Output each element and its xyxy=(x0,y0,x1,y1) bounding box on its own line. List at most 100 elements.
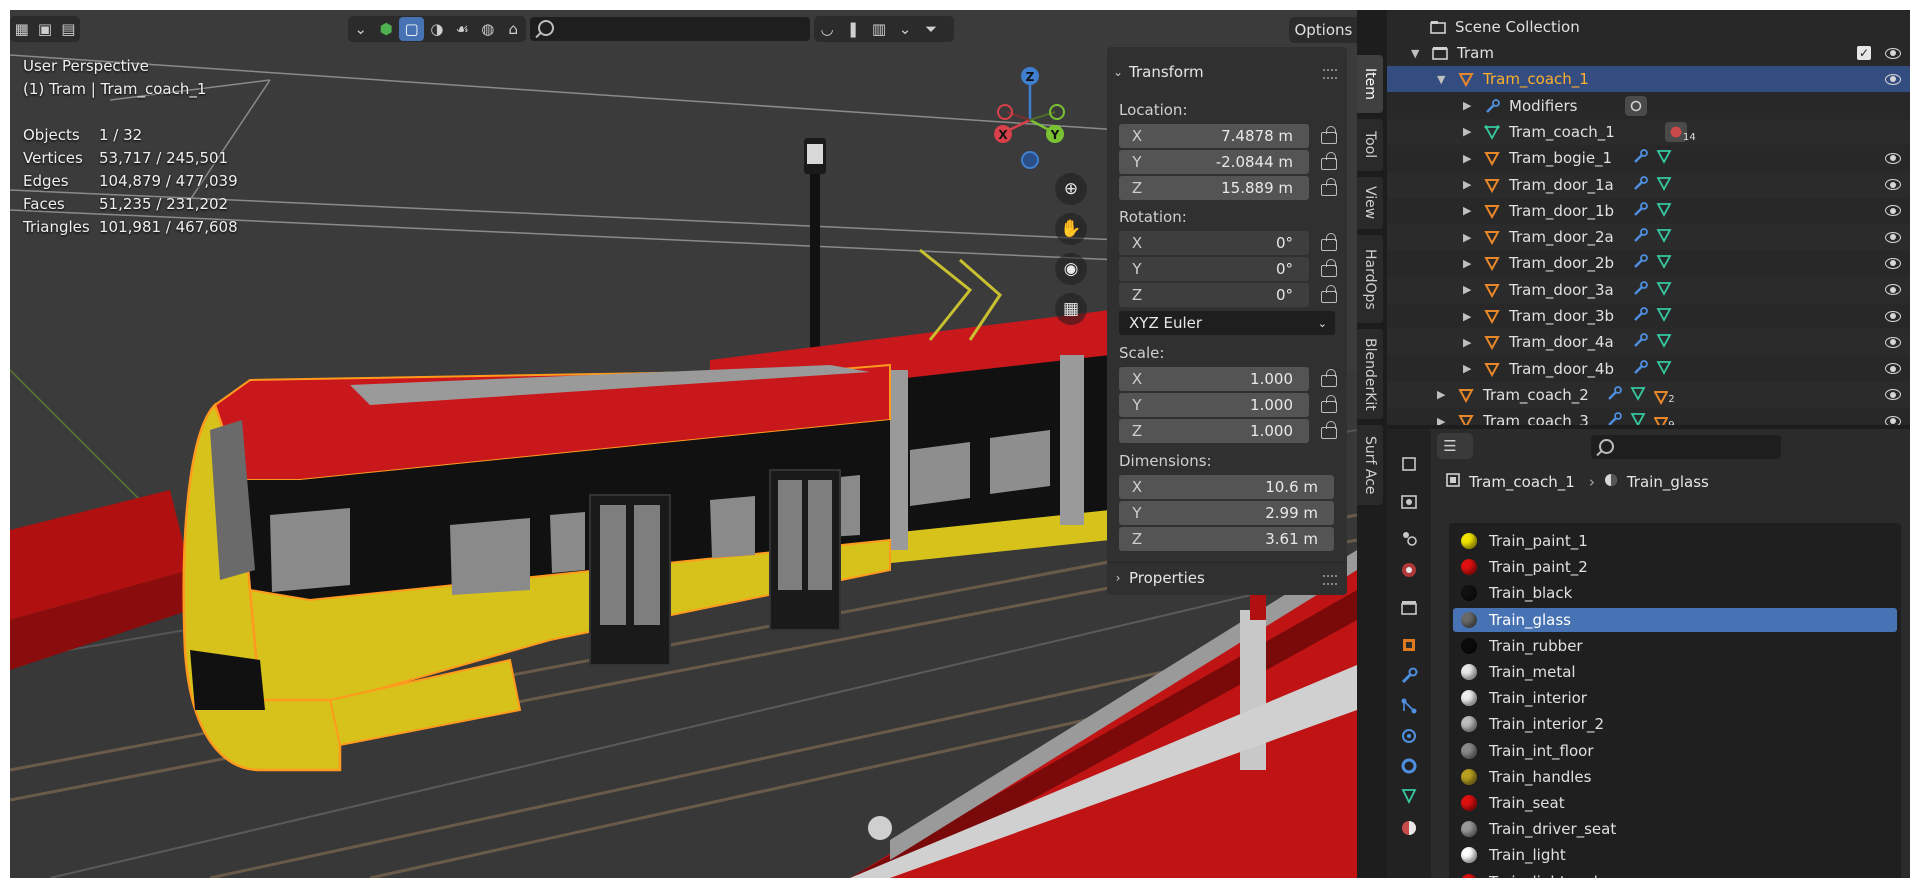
scale-x-field[interactable]: X 1.000 xyxy=(1119,367,1309,391)
eye-icon[interactable] xyxy=(1885,310,1901,322)
chevron-down-icon[interactable]: ▼ xyxy=(1411,47,1419,60)
lock-icon[interactable] xyxy=(1321,395,1337,413)
eye-icon[interactable] xyxy=(1885,415,1901,425)
chevron-right-icon[interactable]: ▶ xyxy=(1463,125,1471,138)
lock-icon[interactable] xyxy=(1321,233,1337,251)
material-slot[interactable]: Train_interior_2 xyxy=(1453,712,1897,736)
outliner-row[interactable]: ▼ Tram ✓ xyxy=(1387,40,1910,66)
material-slot[interactable]: Train_light xyxy=(1453,843,1897,867)
material-shading-icon[interactable]: ☙ xyxy=(450,17,475,41)
rendered-shading-icon[interactable]: ◍ xyxy=(475,17,500,41)
filter-icon[interactable]: ⏷ xyxy=(918,17,944,41)
lock-icon[interactable] xyxy=(1321,369,1337,387)
checkbox-icon[interactable]: ✓ xyxy=(1857,46,1871,60)
world-tab-icon[interactable] xyxy=(1398,559,1420,581)
chevron-right-icon[interactable]: ▶ xyxy=(1437,415,1445,425)
outliner-row[interactable]: ▶ Tram_door_2a xyxy=(1387,224,1910,251)
wrench-icon[interactable] xyxy=(1632,359,1649,379)
outliner-row[interactable]: ▶ Tram_bogie_1 xyxy=(1387,145,1910,171)
wrench-icon[interactable] xyxy=(1632,280,1649,300)
rotation-y-field[interactable]: Y 0° xyxy=(1119,257,1309,281)
tab-item[interactable]: Item xyxy=(1357,55,1383,113)
breadcrumb-object[interactable]: Tram_coach_1 xyxy=(1469,473,1575,491)
physics-tab-icon[interactable] xyxy=(1398,725,1420,747)
solid-shading-icon[interactable]: ◑ xyxy=(424,17,449,41)
outliner-row[interactable]: ▼ Tram_coach_1 xyxy=(1387,66,1910,93)
wrench-icon[interactable] xyxy=(1398,665,1420,687)
scene-tab-icon[interactable] xyxy=(1398,527,1420,549)
tab-tool[interactable]: Tool xyxy=(1357,119,1383,171)
outliner-row[interactable]: ▶ Tram_door_1b xyxy=(1387,198,1910,224)
chevron-right-icon[interactable]: ▶ xyxy=(1463,362,1471,375)
mesh-icon[interactable] xyxy=(1656,175,1672,195)
mesh-icon[interactable] xyxy=(1656,227,1672,247)
options-button[interactable]: Options ⌄ xyxy=(1289,17,1357,43)
material-slot-list[interactable]: Train_paint_1 Train_paint_2 Train_black Tra… xyxy=(1449,523,1901,878)
eye-icon[interactable] xyxy=(1885,389,1901,401)
location-z-field[interactable]: Z 15.889 m xyxy=(1119,176,1309,200)
lock-icon[interactable] xyxy=(1321,152,1337,170)
mesh-icon[interactable] xyxy=(1656,148,1672,168)
modifier-toggle-icon[interactable] xyxy=(1625,95,1647,116)
material-slot[interactable]: Train_rubber xyxy=(1453,634,1897,658)
3d-viewport[interactable]: ▦ ▣ ▤ ⌄ ⬢ ▢ ◑ ☙ ◍ ⌂ ◡ ❚ ▥ ⌄ ⏷ Options Us… xyxy=(10,10,1357,878)
material-tab-icon[interactable] xyxy=(1398,817,1420,839)
dimensions-y-field[interactable]: Y 2.99 m xyxy=(1119,501,1334,525)
material-slot[interactable]: Train_metal xyxy=(1453,660,1897,684)
material-slot[interactable]: Train_paint_1 xyxy=(1453,529,1897,553)
eye-icon[interactable] xyxy=(1885,231,1901,243)
mesh-icon[interactable] xyxy=(1656,280,1672,300)
mesh-icon[interactable] xyxy=(1656,359,1672,379)
lock-icon[interactable] xyxy=(1321,421,1337,439)
lock-icon[interactable] xyxy=(1321,126,1337,144)
gizmo-neg-z-axis[interactable] xyxy=(1021,151,1039,169)
wrench-icon[interactable] xyxy=(1632,227,1649,247)
material-slot[interactable]: Train_light_red xyxy=(1453,870,1897,878)
location-x-field[interactable]: X 7.4878 m xyxy=(1119,124,1309,148)
select-subtract-icon[interactable]: ▤ xyxy=(57,17,80,41)
drag-grip-icon[interactable] xyxy=(1323,69,1337,79)
tab-blenderkit[interactable]: BlenderKit xyxy=(1357,329,1383,419)
eye-icon[interactable] xyxy=(1885,257,1901,269)
chevron-right-icon[interactable]: ▶ xyxy=(1437,388,1445,401)
properties-editor[interactable]: ☰ Tram_coach_1 › Train_glass Train_paint… xyxy=(1387,429,1910,878)
chevron-down-icon[interactable]: ▼ xyxy=(1437,73,1445,86)
mesh-icon[interactable] xyxy=(1630,411,1646,425)
material-slot[interactable]: Train_paint_2 xyxy=(1453,555,1897,579)
chevron-right-icon[interactable]: ▶ xyxy=(1463,204,1471,217)
tab-hardops[interactable]: HardOps xyxy=(1357,235,1383,323)
outliner-row[interactable]: ▶ Tram_door_4b xyxy=(1387,356,1910,382)
breadcrumb-material[interactable]: Train_glass xyxy=(1627,473,1709,491)
dimensions-x-field[interactable]: X 10.6 m xyxy=(1119,475,1334,499)
chevron-down-icon[interactable]: ⌄ xyxy=(892,17,918,41)
mesh-icon[interactable] xyxy=(1656,201,1672,221)
outliner-row[interactable]: ▶ Tram_coach_2 2 xyxy=(1387,381,1910,408)
bookmark-icon[interactable]: ❚ xyxy=(840,17,866,41)
wrench-icon[interactable] xyxy=(1632,148,1649,168)
wrench-icon[interactable] xyxy=(1606,385,1623,405)
mesh-icon[interactable] xyxy=(1656,253,1672,273)
select-box-icon[interactable]: ▦ xyxy=(10,17,33,41)
tab-view[interactable]: View xyxy=(1357,177,1383,229)
tab-surf-ace[interactable]: Surf Ace xyxy=(1357,425,1383,505)
camera-icon[interactable]: ◉ xyxy=(1055,253,1087,285)
zoom-icon[interactable]: ⊕ xyxy=(1055,173,1087,205)
tool-tab-icon[interactable] xyxy=(1398,453,1420,475)
chevron-right-icon[interactable]: ▶ xyxy=(1463,310,1471,323)
material-slot[interactable]: Train_handles xyxy=(1453,765,1897,789)
object-tab-icon[interactable] xyxy=(1398,634,1420,656)
dimensions-z-field[interactable]: Z 3.61 m xyxy=(1119,527,1334,551)
chevron-right-icon[interactable]: ▶ xyxy=(1463,283,1471,296)
scale-z-field[interactable]: Z 1.000 xyxy=(1119,419,1309,443)
viewport-search-input[interactable] xyxy=(530,17,810,41)
wrench-icon[interactable] xyxy=(1632,253,1649,273)
collection-tab-icon[interactable] xyxy=(1398,597,1420,619)
rotation-x-field[interactable]: X 0° xyxy=(1119,231,1309,255)
xray-toggle-icon[interactable]: ▢ xyxy=(398,17,425,41)
properties-search-input[interactable] xyxy=(1591,435,1781,459)
material-slot[interactable]: Train_int_floor xyxy=(1453,739,1897,763)
material-slot[interactable]: Train_seat xyxy=(1453,791,1897,815)
wrench-icon[interactable] xyxy=(1632,332,1649,352)
chevron-right-icon[interactable]: ▶ xyxy=(1463,178,1471,191)
outliner-row[interactable]: ▶ Tram_door_4a xyxy=(1387,329,1910,356)
